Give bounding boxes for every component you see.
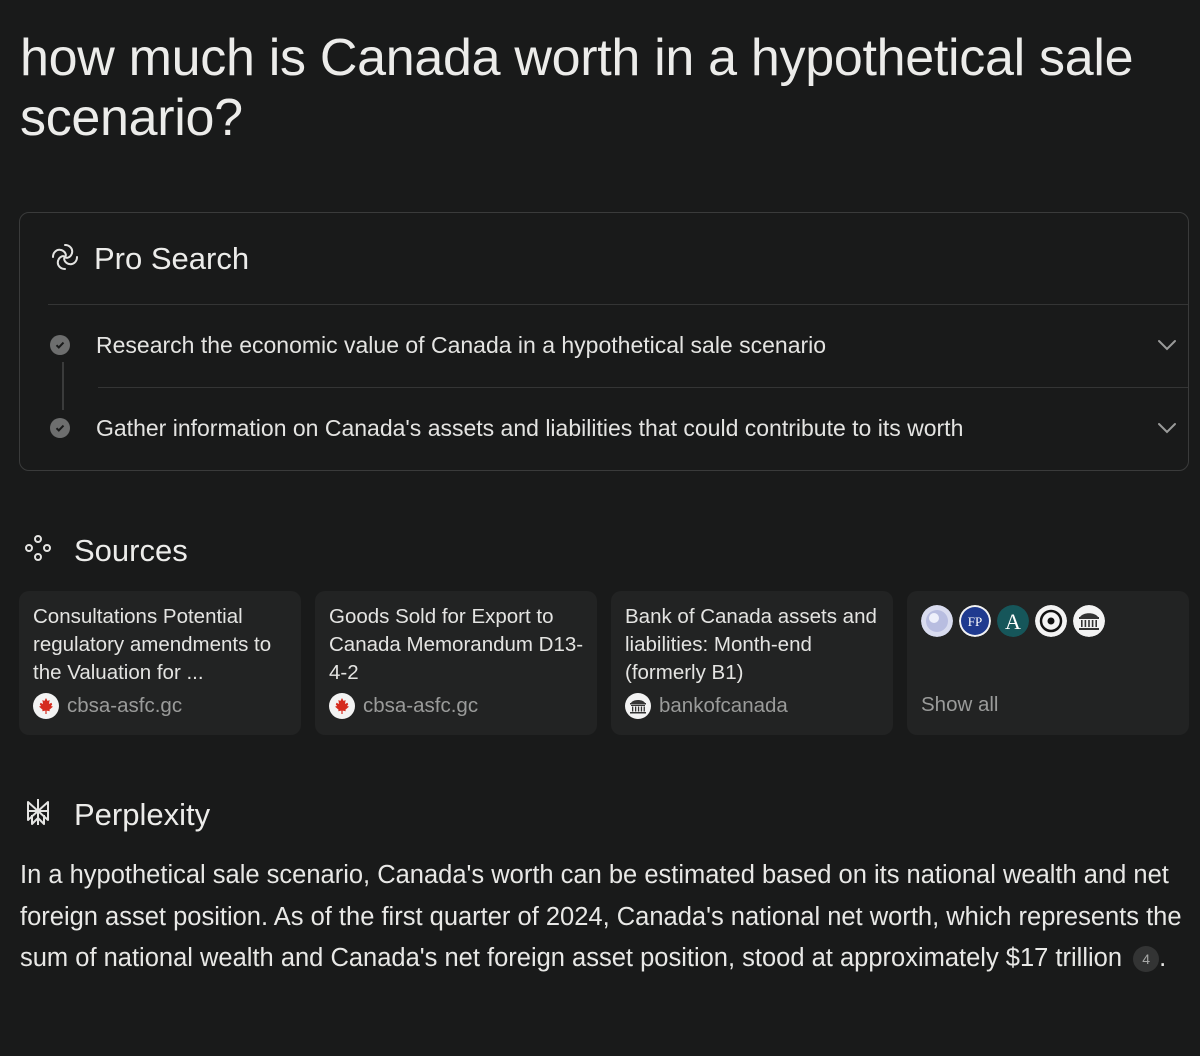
fp-icon: FP — [959, 605, 991, 637]
check-icon — [50, 418, 70, 438]
divider — [48, 304, 1188, 305]
sources-title: Sources — [74, 532, 188, 568]
circle-target-icon — [1035, 605, 1067, 637]
step-research[interactable]: Research the economic value of Canada in… — [50, 325, 1180, 365]
chevron-down-icon[interactable] — [1154, 415, 1180, 441]
step-label: Gather information on Canada's assets an… — [96, 414, 964, 441]
divider — [98, 387, 1188, 388]
source-site: cbsa-asfc.gc — [33, 693, 182, 719]
bank-building-icon — [625, 693, 651, 719]
answer-text: In a hypothetical sale scenario, Canada'… — [20, 861, 1182, 972]
pro-search-title: Pro Search — [94, 241, 250, 276]
source-title: Consultations Potential regulatory amend… — [33, 605, 272, 684]
source-site-name: cbsa-asfc.gc — [363, 694, 479, 717]
check-icon — [50, 335, 70, 355]
source-site: bankofcanada — [625, 693, 788, 719]
sources-header: Sources — [22, 532, 188, 569]
a-icon: A — [997, 605, 1029, 637]
pro-search-spiral-icon — [48, 240, 94, 279]
step-connector — [62, 362, 64, 410]
source-card[interactable]: Consultations Potential regulatory amend… — [19, 591, 301, 735]
source-site-name: cbsa-asfc.gc — [67, 694, 183, 717]
svg-text:FP: FP — [968, 614, 982, 629]
source-title: Bank of Canada assets and liabilities: M… — [625, 605, 877, 684]
pro-search-header: Pro Search — [48, 239, 249, 279]
svg-text:A: A — [1005, 609, 1021, 634]
source-site-name: bankofcanada — [659, 694, 788, 717]
perplexity-logo-icon — [22, 796, 74, 833]
globe-icon — [921, 605, 953, 637]
query-heading: how much is Canada worth in a hypothetic… — [20, 29, 1134, 147]
answer-paragraph: In a hypothetical sale scenario, Canada'… — [20, 855, 1190, 980]
pro-search-panel: Pro Search Research the economic value o… — [19, 212, 1189, 471]
source-card[interactable]: Bank of Canada assets and liabilities: M… — [611, 591, 893, 735]
maple-leaf-icon — [329, 693, 355, 719]
answer-trailing: . — [1159, 944, 1167, 972]
sources-dots-icon — [22, 532, 74, 569]
source-card[interactable]: Goods Sold for Export to Canada Memorand… — [315, 591, 597, 735]
chevron-down-icon[interactable] — [1154, 332, 1180, 358]
answer-header: Perplexity — [22, 796, 210, 833]
citation-badge[interactable]: 4 — [1133, 946, 1160, 972]
more-favicons: FP A — [921, 605, 1105, 637]
step-gather[interactable]: Gather information on Canada's assets an… — [50, 408, 1180, 448]
source-title: Goods Sold for Export to Canada Memorand… — [329, 605, 584, 684]
show-all-link[interactable]: Show all — [921, 693, 999, 717]
step-label: Research the economic value of Canada in… — [96, 331, 827, 358]
answer-title: Perplexity — [74, 796, 211, 832]
show-all-card[interactable]: FP A Show all — [907, 591, 1189, 735]
maple-leaf-icon — [33, 693, 59, 719]
bank-building-icon — [1073, 605, 1105, 637]
source-site: cbsa-asfc.gc — [329, 693, 478, 719]
